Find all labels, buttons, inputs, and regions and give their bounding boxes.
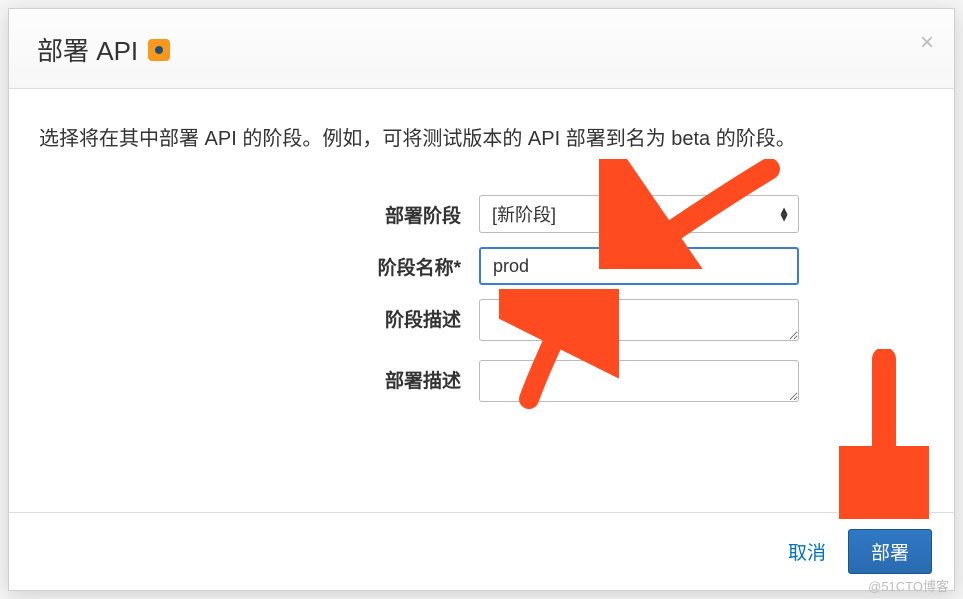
row-stage-name: 阶段名称* <box>39 247 924 285</box>
input-stage-name[interactable] <box>479 247 799 285</box>
textarea-stage-desc[interactable] <box>479 299 799 341</box>
watermark-text: @51CTO博客 <box>868 576 949 595</box>
label-stage-name: 阶段名称* <box>39 247 479 280</box>
modal-title-text: 部署 API <box>37 31 138 68</box>
modal-title: 部署 API <box>37 31 170 68</box>
row-stage-desc: 阶段描述 <box>39 299 924 346</box>
label-stage-desc: 阶段描述 <box>39 299 479 332</box>
close-icon: × <box>920 29 934 56</box>
cancel-button[interactable]: 取消 <box>788 538 826 565</box>
intro-text: 选择将在其中部署 API 的阶段。例如，可将测试版本的 API 部署到名为 be… <box>39 123 924 155</box>
api-badge-icon <box>148 39 170 61</box>
select-deploy-stage-value: [新阶段] <box>492 201 556 227</box>
label-deploy-desc: 部署描述 <box>39 360 479 393</box>
select-arrows-icon: ▲▼ <box>778 207 790 220</box>
textarea-deploy-desc[interactable] <box>479 360 799 402</box>
modal-body: 选择将在其中部署 API 的阶段。例如，可将测试版本的 API 部署到名为 be… <box>9 89 954 512</box>
modal-footer: 取消 部署 <box>9 512 954 590</box>
select-deploy-stage[interactable]: [新阶段] ▲▼ <box>479 195 799 233</box>
row-deploy-stage: 部署阶段 [新阶段] ▲▼ <box>39 195 924 233</box>
deploy-api-modal: 部署 API × 选择将在其中部署 API 的阶段。例如，可将测试版本的 API… <box>8 8 955 591</box>
label-deploy-stage: 部署阶段 <box>39 195 479 228</box>
close-button[interactable]: × <box>920 31 934 55</box>
row-deploy-desc: 部署描述 <box>39 360 924 407</box>
deploy-button[interactable]: 部署 <box>848 529 932 574</box>
modal-header: 部署 API × <box>9 9 954 89</box>
